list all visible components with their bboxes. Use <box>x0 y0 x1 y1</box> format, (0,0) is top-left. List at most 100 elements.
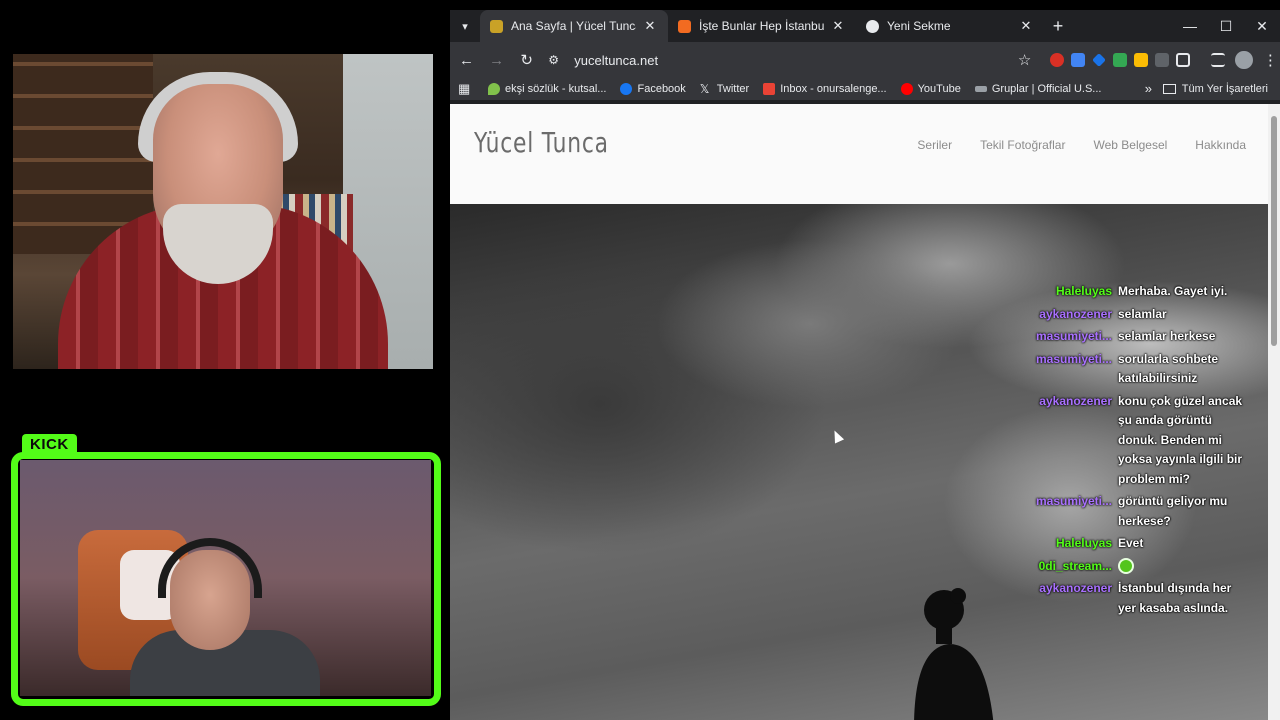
bookmark-gmail[interactable]: Inbox - onursalenge... <box>763 83 887 95</box>
bookmark-label: Gruplar | Official U.S... <box>991 83 1102 95</box>
chat-message: aykanozener konu çok güzel ancak şu anda … <box>1030 392 1250 490</box>
chat-message: masumiyeti... sorularla sohbete katılabil… <box>1030 350 1250 389</box>
scrollbar-thumb[interactable] <box>1271 116 1277 346</box>
window-controls: — ☐ ✕ <box>1172 10 1280 42</box>
bookmarks-bar: ▦ ekşi sözlük - kutsal... Facebook 𝕏 Twit… <box>450 78 1280 100</box>
extensions-area <box>1050 53 1226 67</box>
chat-message: masumiyeti... selamlar herkese <box>1030 327 1250 347</box>
chat-text: selamlar <box>1118 306 1167 321</box>
extension-icon[interactable] <box>1134 53 1149 67</box>
chat-message: 0di_stream... <box>1030 557 1250 577</box>
back-icon[interactable]: ← <box>453 46 480 74</box>
tab-search-icon[interactable]: ▾ <box>450 10 480 42</box>
tab-iste-bunlar[interactable]: İşte Bunlar Hep İstanbul ✕ <box>668 10 856 42</box>
extension-icon[interactable] <box>1050 53 1065 67</box>
nav-hakkinda[interactable]: Hakkında <box>1195 138 1246 152</box>
extension-icon[interactable] <box>1155 53 1170 67</box>
chrome-favicon-icon <box>866 19 879 33</box>
chat-message: aykanozener selamlar <box>1030 305 1250 325</box>
bookmark-label: YouTube <box>917 83 961 95</box>
all-bookmarks[interactable]: Tüm Yer İşaretleri <box>1162 78 1268 100</box>
tab-yeni-sekme[interactable]: Yeni Sekme ✕ <box>856 10 1044 42</box>
site-logo[interactable]: Yücel Tunca <box>474 126 609 159</box>
facebook-icon <box>620 83 633 95</box>
bookmark-gruplar[interactable]: Gruplar | Official U.S... <box>974 83 1102 95</box>
site-settings-icon[interactable]: ⚙ <box>548 53 568 67</box>
page-scrollbar[interactable] <box>1268 104 1280 720</box>
chat-overlay: Haleluyas Merhaba. Gayet iyi. aykanozener… <box>1030 282 1250 621</box>
green-face-emote-icon <box>1118 558 1134 575</box>
chat-message: masumiyeti... görüntü geliyor mu herkese? <box>1030 492 1250 531</box>
apps-grid-icon[interactable]: ▦ <box>458 81 474 97</box>
close-window-icon[interactable]: ✕ <box>1244 10 1280 42</box>
address-bar[interactable]: ⚙ yuceltunca.net <box>548 46 993 74</box>
bookmark-facebook[interactable]: Facebook <box>620 83 686 95</box>
browser-toolbar: ← → ↻ ⚙ yuceltunca.net ☆ ⋮ <box>450 42 1280 78</box>
folder-icon <box>1162 84 1176 94</box>
minimize-icon[interactable]: — <box>1172 10 1208 42</box>
tab-title: Ana Sayfa | Yücel Tunca Photog <box>511 19 636 33</box>
link-icon <box>974 86 987 92</box>
gmail-icon <box>763 83 776 95</box>
bookmark-label: Facebook <box>637 83 686 95</box>
bookmark-twitter[interactable]: 𝕏 Twitter <box>700 83 749 95</box>
chat-username: Haleluyas <box>1055 284 1112 298</box>
tab-title: Yeni Sekme <box>887 19 951 33</box>
maximize-icon[interactable]: ☐ <box>1208 10 1244 42</box>
nav-web-belgesel[interactable]: Web Belgesel <box>1093 138 1167 152</box>
kebab-menu-icon[interactable]: ⋮ <box>1261 51 1280 69</box>
chat-username: Haleluyas <box>1055 536 1112 550</box>
chat-message: Haleluyas Evet <box>1030 534 1250 554</box>
forward-icon[interactable]: → <box>483 46 510 74</box>
bookmark-star-icon[interactable]: ☆ <box>1013 51 1036 69</box>
chat-text <box>1118 557 1250 577</box>
woman-silhouette <box>914 588 994 720</box>
all-bookmarks-label: Tüm Yer İşaretleri <box>1181 83 1268 95</box>
tab-title: İşte Bunlar Hep İstanbul <box>699 19 824 33</box>
chat-text: Merhaba. Gayet iyi. <box>1118 284 1228 298</box>
chat-text: selamlar herkese <box>1118 329 1216 343</box>
bookmark-label: Inbox - onursalenge... <box>780 83 887 95</box>
chat-username: masumiyeti... <box>1035 329 1112 343</box>
chat-username: masumiyeti... <box>1035 494 1112 508</box>
site-header: Yücel Tunca Seriler Tekil Fotoğraflar We… <box>450 104 1268 204</box>
extension-icon[interactable] <box>1092 53 1107 67</box>
chat-text: sorularla sohbete katılabilirsiniz <box>1118 351 1219 386</box>
tab-ana-sayfa[interactable]: Ana Sayfa | Yücel Tunca Photog ✕ <box>480 10 668 42</box>
nav-seriler[interactable]: Seriler <box>917 138 952 152</box>
close-tab-icon[interactable]: ✕ <box>830 18 846 34</box>
chat-text: Evet <box>1118 536 1144 550</box>
stream-layout: KICK ▾ Ana Sayfa | Yücel Tunca Photog ✕ … <box>0 0 1280 720</box>
more-bookmarks-icon[interactable]: » <box>1145 78 1152 100</box>
chat-message: aykanozener İstanbul dışında her yer kasa… <box>1030 579 1250 618</box>
extension-icon[interactable] <box>1113 53 1128 67</box>
media-icon[interactable] <box>1211 53 1226 67</box>
reload-icon[interactable]: ↻ <box>513 46 540 74</box>
nav-tekil-fotograflar[interactable]: Tekil Fotoğraflar <box>980 138 1065 152</box>
chat-username: aykanozener <box>1039 581 1112 595</box>
chat-username: aykanozener <box>1039 393 1112 408</box>
chat-message: Haleluyas Merhaba. Gayet iyi. <box>1030 282 1250 302</box>
bookmark-label: ekşi sözlük - kutsal... <box>505 83 607 95</box>
bookmark-youtube[interactable]: YouTube <box>900 83 961 95</box>
bookmark-label: Twitter <box>716 83 750 95</box>
chat-username: 0di_stream... <box>1038 558 1112 573</box>
extension-icon[interactable] <box>1071 53 1086 67</box>
profile-avatar[interactable] <box>1235 51 1253 69</box>
new-tab-icon[interactable]: + <box>1044 10 1072 42</box>
close-tab-icon[interactable]: ✕ <box>642 18 658 34</box>
chat-username: aykanozener <box>1039 306 1112 321</box>
chat-text: İstanbul dışında her yer kasaba aslında. <box>1118 581 1232 615</box>
tab-strip: ▾ Ana Sayfa | Yücel Tunca Photog ✕ İşte … <box>450 10 1280 42</box>
chat-text: görüntü geliyor mu herkese? <box>1118 494 1228 528</box>
blogger-favicon-icon <box>678 19 691 33</box>
bookmark-eksi[interactable]: ekşi sözlük - kutsal... <box>488 83 606 95</box>
yt-photo-favicon-icon <box>490 19 503 33</box>
host-webcam <box>13 54 433 369</box>
guest-webcam <box>20 460 431 696</box>
puzzle-icon[interactable] <box>1176 53 1191 67</box>
chat-username: masumiyeti... <box>1035 351 1112 366</box>
youtube-icon <box>900 83 913 95</box>
close-tab-icon[interactable]: ✕ <box>1018 18 1034 34</box>
address-text: yuceltunca.net <box>574 52 659 68</box>
